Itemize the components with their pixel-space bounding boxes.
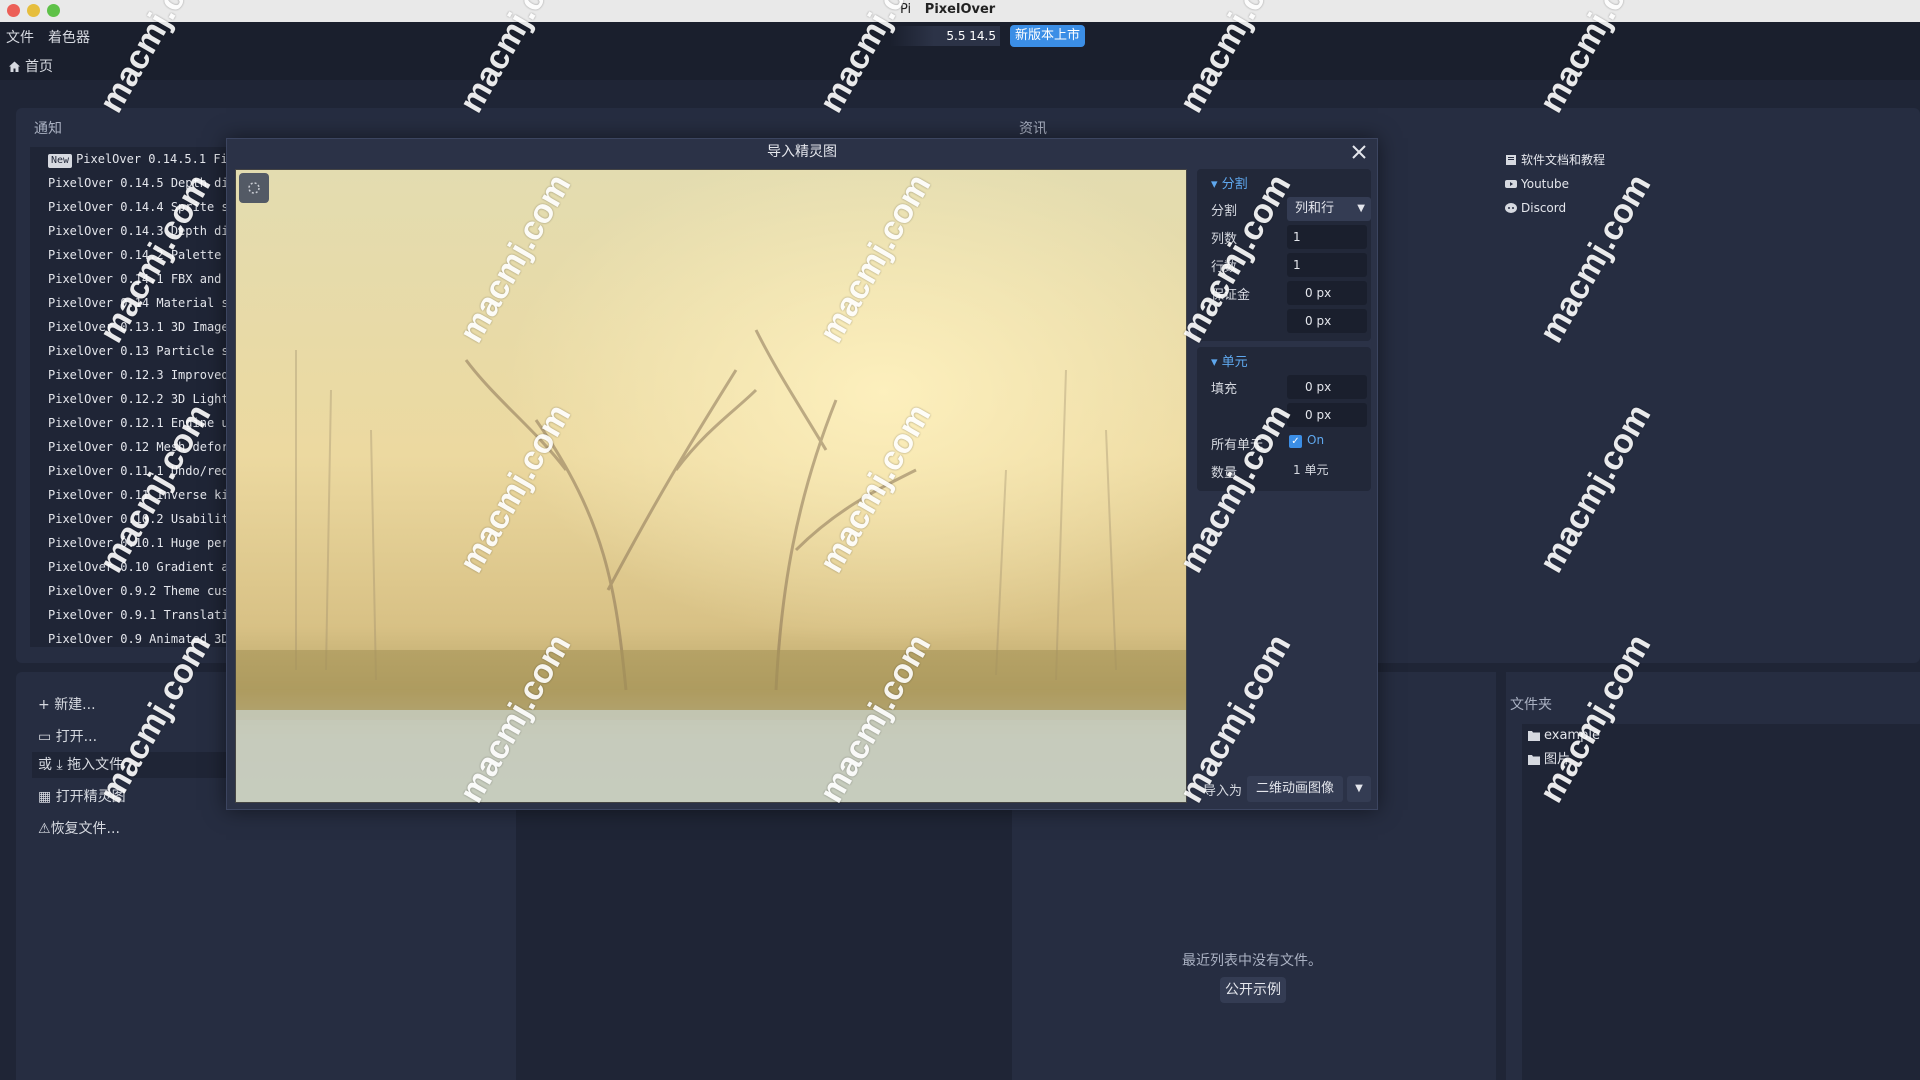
list-item[interactable]: PixelOver 0.11 Inverse kinema — [30, 483, 230, 507]
import-options-dropdown[interactable]: ▼ — [1347, 776, 1371, 802]
rows-label: 行数 — [1211, 260, 1238, 275]
all-cells-value: On — [1307, 433, 1325, 447]
tab-home[interactable]: 首页 — [8, 56, 53, 76]
columns-field[interactable]: 1 — [1287, 225, 1367, 249]
list-item[interactable]: PixelOver 0.9.2 Theme custom — [30, 579, 230, 603]
recent-empty-text: 最近列表中没有文件。 — [1182, 953, 1322, 969]
grid-icon: ▦ — [38, 789, 56, 805]
notifications-heading: 通知 — [34, 121, 62, 137]
rows-field[interactable]: 1 — [1287, 253, 1367, 277]
list-item[interactable]: PixelOver 0.12.3 Improved tr — [30, 363, 230, 387]
list-item[interactable]: PixelOver 0.10 Gradient and c — [30, 555, 230, 579]
sprite-preview-image — [235, 169, 1187, 803]
folder-icon — [1528, 731, 1540, 741]
discord-icon — [1505, 203, 1517, 213]
split-mode-label: 分割 — [1211, 204, 1238, 219]
list-item[interactable]: PixelOver 0.12.1 Engine updat — [30, 411, 230, 435]
open-file-button[interactable]: ▭ 打开... — [38, 726, 97, 746]
folder-open-icon: ▭ — [38, 729, 56, 745]
move-tool-button[interactable] — [239, 173, 269, 203]
notifications-list: NewPixelOver 0.14.5.1 Fixed PixelOver 0.… — [30, 147, 230, 647]
margin-y-field[interactable]: 0 px — [1287, 309, 1367, 333]
version-text: 5.5 14.5 — [890, 26, 1000, 46]
new-tag: New — [48, 154, 73, 168]
list-item[interactable]: PixelOver 0.14.5 Depth displac — [30, 171, 230, 195]
tab-bar: 首页 — [0, 50, 1920, 80]
list-item[interactable]: PixelOver 0.10.1 Huge perform — [30, 531, 230, 555]
public-example-button[interactable]: 公开示例 — [1220, 977, 1286, 1003]
list-item[interactable]: PixelOver 0.14.3 Depth displac — [30, 219, 230, 243]
split-group-header[interactable]: ▾ 分割 — [1197, 175, 1371, 195]
recover-file-button[interactable]: ⚠恢复文件... — [38, 818, 120, 838]
menu-shader[interactable]: 着色器 — [48, 27, 90, 47]
cell-group: ▾ 单元 填充 X 0 px Y 0 px 所有单元 ✓ On 数量 1 单元 — [1197, 347, 1371, 491]
window-titlebar: Pi PixelOver — [0, 0, 1920, 22]
list-item[interactable]: PixelOver 0.13 Particle syste — [30, 339, 230, 363]
download-icon: ⤓ — [56, 757, 63, 773]
tab-home-label: 首页 — [25, 59, 53, 75]
list-item[interactable]: PixelOver 0.9 Animated 3D — [30, 627, 230, 647]
menu-file[interactable]: 文件 — [6, 27, 34, 47]
columns-label: 列数 — [1211, 232, 1238, 247]
list-item[interactable]: PixelOver 0.14.4 Sprite sheet — [30, 195, 230, 219]
news-heading: 资讯 — [1019, 121, 1047, 137]
drag-file-area[interactable]: 或 ⤓ 拖入文件 — [32, 752, 242, 778]
padding-x-field[interactable]: 0 px — [1287, 375, 1367, 399]
open-sprite-button[interactable]: ▦ 打开精灵图 — [38, 786, 126, 806]
home-icon — [9, 61, 20, 72]
margin-x-field[interactable]: 0 px — [1287, 281, 1367, 305]
list-item[interactable]: PixelOver 0.12 Mesh deformat — [30, 435, 230, 459]
folder-item[interactable]: example — [1522, 724, 1920, 748]
new-file-button[interactable]: + 新建... — [38, 694, 96, 714]
list-item[interactable]: PixelOver 0.12.2 3D Lights — [30, 387, 230, 411]
link-docs[interactable]: 软件文档和教程 — [1505, 148, 1605, 172]
import-sprite-dialog: 导入精灵图 ▾ 分割 分割 列和行 ▼ 列数 1 行数 1 保证金 0 px 0… — [226, 138, 1378, 810]
import-settings-panel: ▾ 分割 分割 列和行▼ 列数 1 行数 1 保证金 X 0 px Y 0 px — [1197, 169, 1371, 497]
all-cells-label: 所有单元 — [1211, 438, 1264, 453]
list-item[interactable]: PixelOver 0.14.1 FBX and DAE — [30, 267, 230, 291]
dialog-title: 导入精灵图 — [767, 144, 837, 160]
list-item[interactable]: PixelOver 0.10.2 Usability and — [30, 507, 230, 531]
count-label: 数量 — [1211, 466, 1238, 481]
resource-links: 软件文档和教程 Youtube Discord — [1505, 148, 1605, 220]
list-item[interactable]: NewPixelOver 0.14.5.1 Fixed — [30, 147, 230, 171]
padding-y-field[interactable]: 0 px — [1287, 403, 1367, 427]
list-item[interactable]: PixelOver 0.11.1 Undo/redo in — [30, 459, 230, 483]
list-item[interactable]: PixelOver 0.14 Material shade — [30, 291, 230, 315]
list-item[interactable]: PixelOver 0.13.1 3D Image — [30, 315, 230, 339]
split-group: ▾ 分割 分割 列和行▼ 列数 1 行数 1 保证金 X 0 px Y 0 px — [1197, 169, 1371, 341]
import-as-row: 导入为 二维动画图像 ▼ — [1197, 775, 1371, 803]
book-icon — [1506, 155, 1516, 165]
close-icon[interactable] — [1349, 142, 1369, 162]
youtube-icon — [1505, 180, 1517, 188]
padding-label: 填充 — [1211, 382, 1238, 397]
link-discord[interactable]: Discord — [1505, 196, 1605, 220]
folder-list: example 图片 — [1522, 724, 1920, 1080]
new-version-button[interactable]: 新版本上市 — [1010, 25, 1086, 47]
chevron-down-icon: ▼ — [1355, 783, 1363, 794]
list-item[interactable]: PixelOver 0.14.2 Palette and — [30, 243, 230, 267]
folder-icon — [1528, 755, 1540, 765]
link-youtube[interactable]: Youtube — [1505, 172, 1605, 196]
count-value: 1 单元 — [1293, 463, 1329, 477]
chevron-down-icon: ▼ — [1357, 203, 1365, 214]
warning-icon: ⚠ — [38, 821, 51, 837]
folder-item[interactable]: 图片 — [1522, 748, 1920, 772]
import-as-button[interactable]: 二维动画图像 — [1247, 776, 1343, 802]
news-preview-area — [524, 808, 998, 1080]
move-icon — [248, 182, 260, 194]
foggy-lake-image — [236, 170, 1186, 802]
split-mode-select[interactable]: 列和行 ▼ — [1287, 197, 1371, 221]
menubar: 文件 着色器 5.5 14.5 新版本上市 — [0, 22, 1920, 50]
all-cells-checkbox[interactable]: ✓ — [1289, 435, 1302, 448]
window-title: PixelOver — [924, 2, 996, 17]
margin-label: 保证金 — [1211, 288, 1251, 303]
list-item[interactable]: PixelOver 0.9.1 Translation up — [30, 603, 230, 627]
cell-group-header[interactable]: ▾ 单元 — [1197, 353, 1371, 373]
plus-icon: + — [38, 697, 55, 713]
import-as-label: 导入为 — [1203, 784, 1243, 799]
folders-heading: 文件夹 — [1510, 697, 1552, 713]
